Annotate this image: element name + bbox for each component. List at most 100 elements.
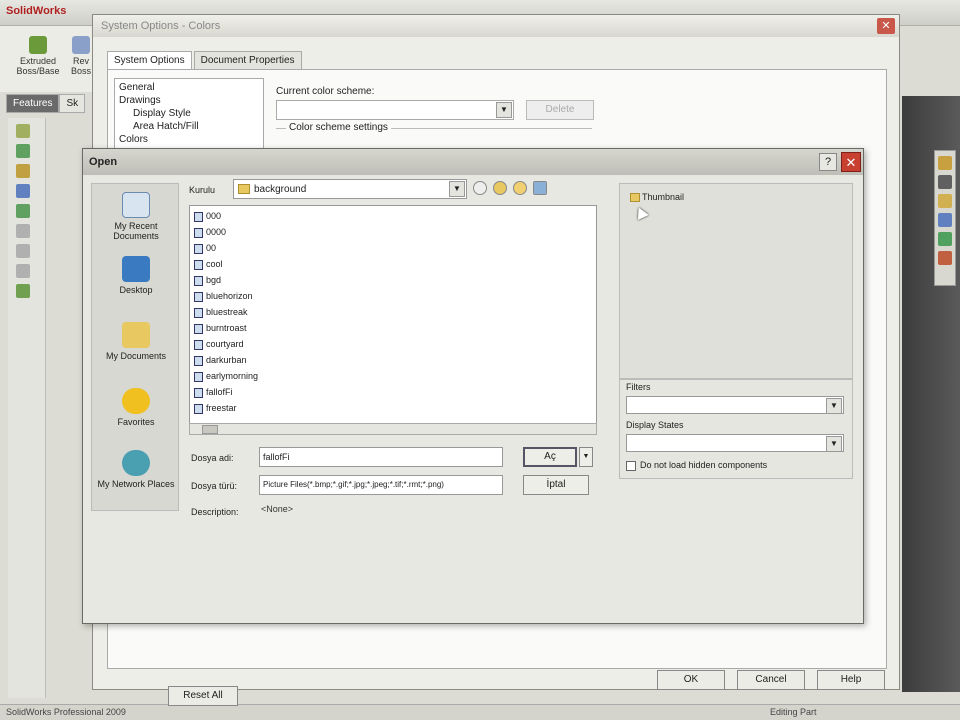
place-recent-documents[interactable]: My Recent Documents bbox=[92, 192, 180, 241]
hidden-components-row[interactable]: Do not load hidden components bbox=[626, 460, 767, 471]
file-list-scrollbar[interactable] bbox=[189, 423, 597, 435]
navigation-toolbar bbox=[473, 181, 563, 199]
list-item[interactable]: 000 bbox=[194, 210, 221, 223]
chevron-down-icon[interactable]: ▼ bbox=[826, 436, 842, 452]
scrollbar-thumb[interactable] bbox=[202, 425, 218, 434]
file-name: darkurban bbox=[206, 355, 247, 365]
list-item[interactable]: cool bbox=[194, 258, 223, 271]
help-icon[interactable]: ? bbox=[819, 153, 837, 171]
list-item[interactable]: bluestreak bbox=[194, 306, 248, 319]
list-item[interactable]: 00 bbox=[194, 242, 216, 255]
open-button[interactable]: Aç bbox=[523, 447, 577, 467]
tree-item-drawings[interactable]: Drawings bbox=[119, 94, 259, 107]
image-file-icon bbox=[194, 211, 203, 222]
cancel-button[interactable]: İptal bbox=[523, 475, 589, 495]
extruded-boss-button[interactable]: Extruded Boss/Base bbox=[10, 36, 66, 76]
design-library-icon[interactable] bbox=[938, 175, 952, 189]
feature-icon[interactable] bbox=[16, 184, 30, 198]
tab-sketch[interactable]: Sk bbox=[59, 94, 86, 113]
thumbnail-label: Thumbnail bbox=[630, 192, 684, 203]
help-button[interactable]: Help bbox=[817, 670, 885, 690]
new-folder-icon[interactable] bbox=[513, 181, 527, 195]
display-states-select[interactable]: ▼ bbox=[626, 434, 844, 452]
file-list: 000 0000 00 cool bgd bluehorizon bluestr… bbox=[189, 205, 597, 435]
chevron-down-icon[interactable]: ▼ bbox=[449, 181, 465, 197]
file-name: bluestreak bbox=[206, 307, 248, 317]
color-scheme-label: Current color scheme: bbox=[276, 86, 375, 97]
list-item[interactable]: 0000 bbox=[194, 226, 226, 239]
open-options-dropdown[interactable]: ▼ bbox=[579, 447, 593, 467]
back-icon[interactable] bbox=[473, 181, 487, 195]
cancel-button[interactable]: Cancel bbox=[737, 670, 805, 690]
resources-icon[interactable] bbox=[938, 156, 952, 170]
chevron-down-icon[interactable]: ▼ bbox=[496, 102, 512, 118]
tree-item-area-hatch[interactable]: Area Hatch/Fill bbox=[119, 120, 259, 133]
place-network[interactable]: My Network Places bbox=[92, 450, 180, 489]
feature-icon[interactable] bbox=[16, 244, 30, 258]
tree-item-general[interactable]: General bbox=[119, 81, 259, 94]
place-my-documents[interactable]: My Documents bbox=[92, 322, 180, 361]
list-item[interactable]: courtyard bbox=[194, 338, 244, 351]
filetype-select[interactable]: Picture Files(*.bmp;*.gif;*.jpg;*.jpeg;*… bbox=[259, 475, 503, 495]
file-explorer-icon[interactable] bbox=[938, 194, 952, 208]
status-product: SolidWorks Professional 2009 bbox=[6, 707, 126, 717]
color-scheme-select[interactable]: ▼ bbox=[276, 100, 514, 120]
places-bar: My Recent Documents Desktop My Documents… bbox=[91, 183, 179, 511]
chevron-down-icon[interactable]: ▼ bbox=[826, 398, 842, 414]
list-item[interactable]: freestar bbox=[194, 402, 237, 415]
delete-scheme-button[interactable]: Delete bbox=[526, 100, 594, 120]
file-name: bgd bbox=[206, 275, 222, 285]
color-scheme-settings-group: Color scheme settings bbox=[276, 122, 592, 150]
feature-icon[interactable] bbox=[16, 264, 30, 278]
views-menu-icon[interactable] bbox=[533, 181, 547, 195]
filters-select[interactable]: ▼ bbox=[626, 396, 844, 414]
tree-item-colors[interactable]: Colors bbox=[119, 133, 259, 146]
feature-icon[interactable] bbox=[16, 204, 30, 218]
feature-icon[interactable] bbox=[16, 224, 30, 238]
list-item[interactable]: fallofFi bbox=[194, 386, 233, 399]
custom-properties-icon[interactable] bbox=[938, 251, 952, 265]
place-label: My Network Places bbox=[97, 479, 175, 489]
tab-document-properties[interactable]: Document Properties bbox=[193, 51, 302, 69]
task-pane-tabs bbox=[934, 150, 956, 286]
description-value: <None> bbox=[261, 504, 294, 514]
recent-documents-icon bbox=[122, 192, 150, 218]
place-desktop[interactable]: Desktop bbox=[92, 256, 180, 295]
up-folder-icon[interactable] bbox=[493, 181, 507, 195]
feature-icon[interactable] bbox=[16, 124, 30, 138]
view-palette-icon[interactable] bbox=[938, 213, 952, 227]
system-options-titlebar: System Options - Colors ✕ bbox=[93, 15, 899, 37]
look-in-select[interactable]: background ▼ bbox=[233, 179, 467, 199]
image-file-icon bbox=[194, 259, 203, 270]
tab-system-options[interactable]: System Options bbox=[107, 51, 192, 69]
file-name: fallofFi bbox=[206, 387, 233, 397]
tab-features[interactable]: Features bbox=[6, 94, 60, 113]
feature-icon[interactable] bbox=[16, 284, 30, 298]
revolved-boss-label: Rev Boss bbox=[70, 56, 91, 76]
filename-input[interactable]: fallofFi bbox=[259, 447, 503, 467]
app-logo: SolidWorks bbox=[6, 5, 67, 17]
reset-all-button[interactable]: Reset All bbox=[168, 686, 238, 706]
status-bar: SolidWorks Professional 2009 Editing Par… bbox=[0, 704, 960, 720]
close-icon[interactable]: ✕ bbox=[841, 152, 861, 172]
file-name: freestar bbox=[206, 403, 237, 413]
list-item[interactable]: bluehorizon bbox=[194, 290, 253, 303]
tree-item-display-style[interactable]: Display Style bbox=[119, 107, 259, 120]
appearances-icon[interactable] bbox=[938, 232, 952, 246]
hidden-components-checkbox[interactable] bbox=[626, 460, 636, 471]
close-icon[interactable]: ✕ bbox=[877, 18, 895, 34]
image-file-icon bbox=[194, 403, 203, 414]
desktop-icon bbox=[122, 256, 150, 282]
feature-icon[interactable] bbox=[16, 144, 30, 158]
image-file-icon bbox=[194, 243, 203, 254]
feature-icon[interactable] bbox=[16, 164, 30, 178]
list-item[interactable]: burntroast bbox=[194, 322, 247, 335]
list-item[interactable]: earlymorning bbox=[194, 370, 258, 383]
ok-button[interactable]: OK bbox=[657, 670, 725, 690]
image-file-icon bbox=[194, 339, 203, 350]
place-favorites[interactable]: Favorites bbox=[92, 388, 180, 427]
list-item[interactable]: darkurban bbox=[194, 354, 247, 367]
place-label: My Documents bbox=[105, 351, 167, 361]
list-item[interactable]: bgd bbox=[194, 274, 221, 287]
image-file-icon bbox=[194, 307, 203, 318]
